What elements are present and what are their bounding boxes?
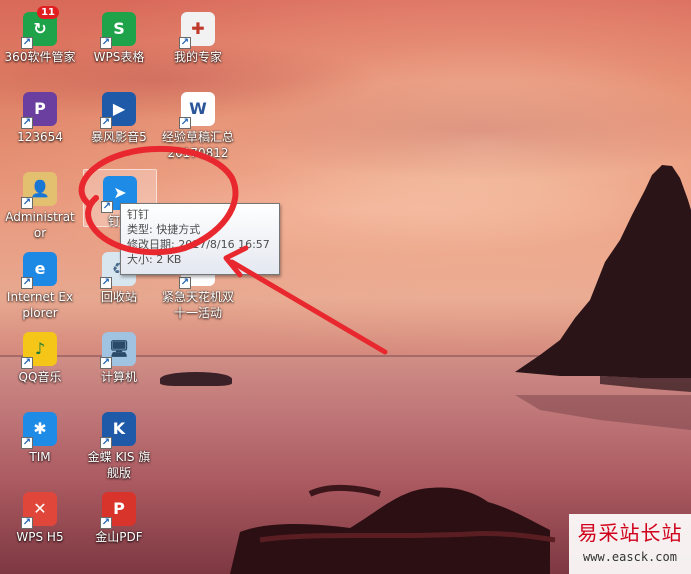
tooltip-type: 类型: 快捷方式 — [127, 223, 201, 236]
desktop-icon-app-123654[interactable]: P ↗ 123654 — [2, 86, 78, 145]
shortcut-arrow-icon: ↗ — [21, 197, 33, 209]
film-player-icon: ▶ ↗ — [100, 92, 136, 129]
tooltip-size: 大小: 2 KB — [127, 253, 182, 266]
user-folder-icon: 👤 ↗ — [21, 172, 57, 209]
doctor-expert-icon: ✚ ↗ — [179, 12, 215, 49]
file-tooltip: 钉钉 类型: 快捷方式 修改日期: 2017/8/16 16:57 大小: 2 … — [120, 203, 280, 275]
internet-explorer-icon: e ↗ — [21, 252, 57, 289]
shortcut-arrow-icon: ↗ — [100, 277, 112, 289]
shortcut-arrow-icon: ↗ — [21, 437, 33, 449]
desktop-icon-label: 计算机 — [100, 370, 137, 384]
desktop-icon-computer[interactable]: 🖥 ↗ 计算机 — [81, 326, 157, 385]
shortcut-arrow-icon: ↗ — [179, 277, 191, 289]
shortcut-arrow-icon: ↗ — [21, 517, 33, 529]
shortcut-arrow-icon: ↗ — [179, 117, 191, 129]
notification-badge: 11 — [37, 6, 59, 19]
wps-spreadsheet-icon: S ↗ — [100, 12, 136, 49]
desktop-icon-label: WPS H5 — [16, 530, 64, 544]
desktop-icon-tim[interactable]: ✱ ↗ TIM — [2, 406, 78, 465]
shortcut-arrow-icon: ↗ — [21, 117, 33, 129]
qq-music-icon: ♪ ↗ — [21, 332, 57, 369]
desktop-icon-label: 金山PDF — [95, 530, 143, 544]
desktop-icon-baofeng[interactable]: ▶ ↗ 暴风影音5 — [81, 86, 157, 145]
site-watermark: 易采站长站 www.easck.com — [569, 514, 691, 574]
shortcut-arrow-icon: ↗ — [21, 357, 33, 369]
desktop-icon-label: 紧急天花机双十一活动 — [162, 290, 235, 320]
desktop-icon-administrator[interactable]: 👤 ↗ Administrator — [2, 166, 78, 241]
tooltip-modified: 修改日期: 2017/8/16 16:57 — [127, 238, 270, 251]
driftwood — [230, 484, 556, 574]
word-document-icon: W ↗ — [179, 92, 215, 129]
shortcut-arrow-icon: ↗ — [100, 437, 112, 449]
shortcut-arrow-icon: ↗ — [101, 201, 113, 213]
watermark-url: www.easck.com — [583, 550, 677, 564]
shortcut-arrow-icon: ↗ — [21, 277, 33, 289]
desktop-icon-ie[interactable]: e ↗ Internet Explorer — [2, 246, 78, 321]
tooltip-title: 钉钉 — [127, 208, 149, 221]
desktop-icon-label: QQ音乐 — [18, 370, 62, 384]
desktop-icon-label: 暴风影音5 — [91, 130, 147, 144]
watermark-title: 易采站长站 — [577, 521, 683, 545]
shortcut-arrow-icon: ↗ — [21, 37, 33, 49]
desktop-icon-qqmusic[interactable]: ♪ ↗ QQ音乐 — [2, 326, 78, 385]
shortcut-arrow-icon: ↗ — [179, 37, 191, 49]
desktop-icon-wps-sheets[interactable]: S ↗ WPS表格 — [81, 6, 157, 65]
plugin-app-icon: P ↗ — [21, 92, 57, 129]
desktop-icon-360[interactable]: ↻ 11 ↗ 360软件管家 — [2, 6, 78, 65]
shortcut-arrow-icon: ↗ — [100, 517, 112, 529]
desktop-icon-draft-doc[interactable]: W ↗ 经验草稿汇总20170812 — [160, 86, 236, 161]
desktop-icon-label: 回收站 — [100, 290, 137, 304]
desktop-icon-my-expert[interactable]: ✚ ↗ 我的专家 — [160, 6, 236, 65]
desktop-icon-wps-h5[interactable]: ✕ ↗ WPS H5 — [2, 486, 78, 545]
shortcut-arrow-icon: ↗ — [100, 117, 112, 129]
desktop-icon-label: 我的专家 — [173, 50, 222, 64]
desktop-icon-jinshan-pdf[interactable]: P ↗ 金山PDF — [81, 486, 157, 545]
shortcut-arrow-icon: ↗ — [100, 357, 112, 369]
computer-icon: 🖥 ↗ — [100, 332, 136, 369]
kingdee-kis-icon: K ↗ — [100, 412, 136, 449]
tim-icon: ✱ ↗ — [21, 412, 57, 449]
shortcut-arrow-icon: ↗ — [100, 37, 112, 49]
wps-h5-icon: ✕ ↗ — [21, 492, 57, 529]
desktop-icon-label: Internet Explorer — [6, 290, 74, 320]
desktop-icon-label: 金蝶 KIS 旗舰版 — [87, 450, 151, 480]
desktop-icon-label: 经验草稿汇总20170812 — [162, 130, 235, 160]
desktop-icon-label: Administrator — [5, 210, 75, 240]
desktop-icon-label: 360软件管家 — [4, 50, 76, 64]
360-software-manager-icon: ↻ 11 ↗ — [21, 6, 59, 49]
desktop-icon-kis[interactable]: K ↗ 金蝶 KIS 旗舰版 — [81, 406, 157, 481]
pdf-icon: P ↗ — [100, 492, 136, 529]
desktop-icon-label: WPS表格 — [93, 50, 145, 64]
desktop-icon-label: 123654 — [17, 130, 63, 144]
desktop-icon-label: TIM — [29, 450, 51, 464]
